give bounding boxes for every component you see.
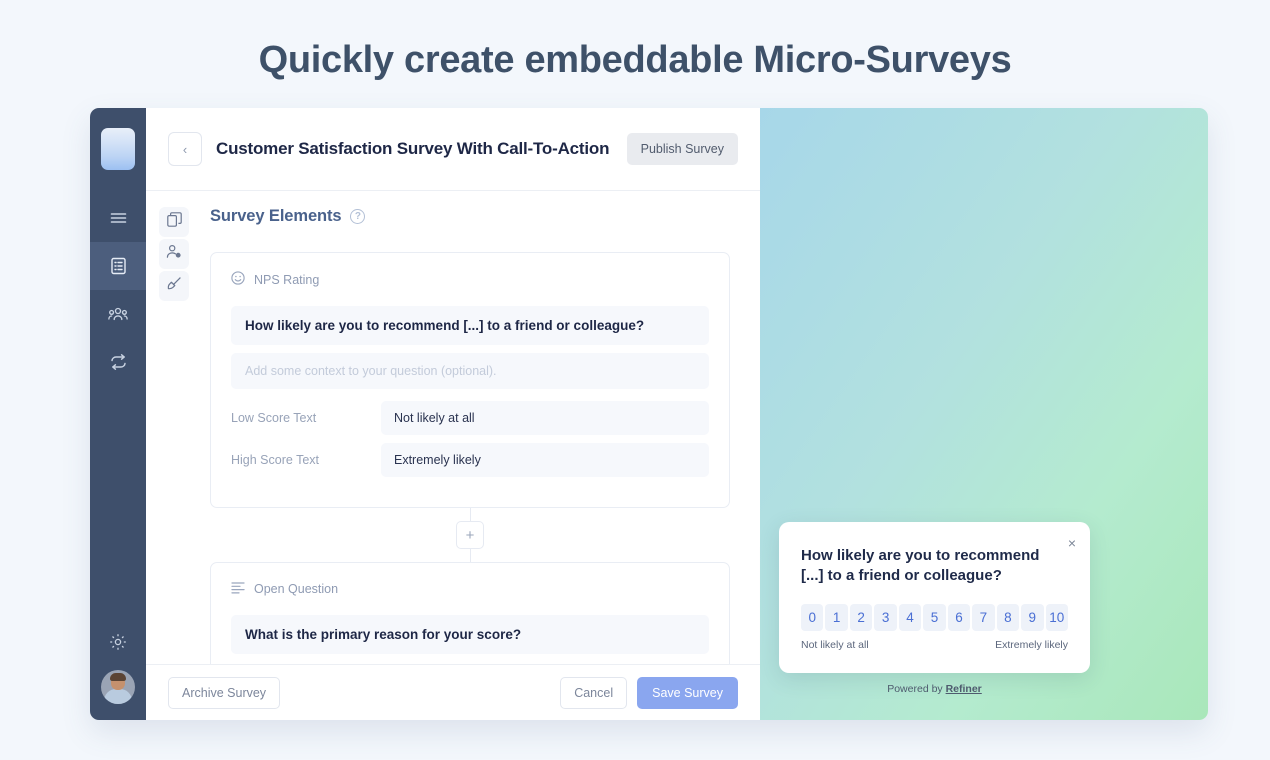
- widget-question: How likely are you to recommend [...] to…: [801, 546, 1040, 585]
- avatar-hair: [110, 673, 126, 681]
- question-input[interactable]: What is the primary reason for your scor…: [231, 615, 709, 654]
- back-button[interactable]: ‹: [168, 132, 202, 166]
- score-button-6[interactable]: 6: [947, 604, 971, 631]
- score-button-9[interactable]: 9: [1021, 604, 1044, 631]
- sidebar-item-menu[interactable]: [90, 194, 146, 242]
- powered-by-prefix: Powered by: [887, 683, 946, 695]
- targeting-button[interactable]: [159, 239, 189, 269]
- survey-widget: × How likely are you to recommend [...] …: [779, 521, 1090, 695]
- high-score-label: High Score Text: [231, 453, 320, 467]
- score-button-4[interactable]: 4: [898, 604, 922, 631]
- high-score-row: High Score Text Extremely likely: [231, 443, 709, 477]
- editor-tool-rail: [146, 191, 202, 720]
- save-survey-button[interactable]: Save Survey: [637, 676, 738, 709]
- low-score-input[interactable]: Not likely at all: [381, 401, 709, 435]
- chevron-left-icon: ‹: [182, 141, 188, 157]
- gear-icon[interactable]: [109, 633, 127, 656]
- user-avatar[interactable]: [101, 670, 135, 704]
- powered-by: Powered by Refiner: [779, 683, 1090, 695]
- description-input[interactable]: Add some context to your question (optio…: [231, 353, 709, 389]
- score-button-7[interactable]: 7: [972, 604, 995, 631]
- publish-survey-button[interactable]: Publish Survey: [626, 133, 738, 165]
- low-score-legend: Not likely at all: [801, 639, 869, 651]
- copy-layers-icon: [166, 212, 182, 232]
- align-left-icon: [231, 581, 245, 597]
- smiley-icon: [231, 271, 245, 288]
- avatar-body: [104, 689, 132, 704]
- section-header: Survey Elements ?: [210, 207, 730, 226]
- score-button-0[interactable]: 0: [801, 604, 824, 631]
- editor-body: Survey Elements ? NPS Rating How likely …: [146, 191, 760, 720]
- loop-refresh-icon: [109, 354, 128, 370]
- score-button-8[interactable]: 8: [996, 604, 1020, 631]
- element-type-row: NPS Rating: [231, 271, 709, 288]
- score-button-5[interactable]: 5: [923, 604, 946, 631]
- high-score-legend: Extremely likely: [995, 639, 1068, 651]
- page-title: Quickly create embeddable Micro-Surveys: [258, 39, 1012, 81]
- editor-topbar: ‹ Customer Satisfaction Survey With Call…: [146, 108, 760, 191]
- refiner-brand-link[interactable]: Refiner: [946, 683, 982, 695]
- close-icon[interactable]: ×: [1068, 536, 1076, 550]
- element-connector: +: [210, 508, 730, 562]
- section-title: Survey Elements: [210, 207, 342, 225]
- survey-editor-pane: ‹ Customer Satisfaction Survey With Call…: [146, 108, 760, 720]
- element-type-row: Open Question: [231, 581, 709, 597]
- survey-preview-pane: × How likely are you to recommend [...] …: [760, 108, 1208, 720]
- score-button-1[interactable]: 1: [825, 604, 848, 631]
- appearance-button[interactable]: [159, 271, 189, 301]
- cancel-button[interactable]: Cancel: [560, 676, 628, 709]
- question-mark-icon[interactable]: ?: [350, 209, 366, 224]
- element-type-label: NPS Rating: [254, 272, 320, 287]
- surveys-list-icon: [110, 257, 127, 275]
- element-type-label: Open Question: [254, 582, 339, 596]
- survey-element-card[interactable]: NPS Rating How likely are you to recomme…: [210, 252, 730, 508]
- score-button-2[interactable]: 2: [849, 604, 873, 631]
- paintbrush-icon: [167, 276, 182, 296]
- sidebar-nav: [90, 194, 146, 386]
- hamburger-menu-icon: [110, 211, 127, 225]
- app-window: ‹ Customer Satisfaction Survey With Call…: [90, 108, 1208, 720]
- logo-mark-icon: [101, 128, 135, 170]
- question-input[interactable]: How likely are you to recommend [...] to…: [231, 306, 709, 345]
- score-button-10[interactable]: 10: [1045, 604, 1068, 631]
- editor-footer: Archive Survey Cancel Save Survey: [146, 664, 760, 720]
- sidebar-footer: [90, 633, 146, 704]
- sidebar-item-surveys[interactable]: [90, 242, 146, 290]
- archive-survey-button[interactable]: Archive Survey: [168, 676, 281, 709]
- duplicate-elements-button[interactable]: [159, 207, 189, 237]
- score-button-3[interactable]: 3: [874, 604, 897, 631]
- sidebar: [90, 108, 146, 720]
- sidebar-item-integrations[interactable]: [90, 338, 146, 386]
- elements-column: Survey Elements ? NPS Rating How likely …: [202, 191, 760, 720]
- low-score-label: Low Score Text: [231, 411, 317, 425]
- people-icon: [108, 306, 128, 322]
- nps-score-row: 0 1 2 3 4 5 6 7 8 9 10: [801, 604, 1068, 631]
- add-element-button[interactable]: +: [456, 521, 484, 549]
- low-score-row: Low Score Text Not likely at all: [231, 401, 709, 435]
- high-score-input[interactable]: Extremely likely: [381, 443, 709, 477]
- survey-title: Customer Satisfaction Survey With Call-T…: [216, 139, 610, 158]
- user-settings-icon: [166, 244, 182, 264]
- score-legend: Not likely at all Extremely likely: [801, 639, 1068, 651]
- app-logo[interactable]: [101, 128, 135, 170]
- sidebar-item-contacts[interactable]: [90, 290, 146, 338]
